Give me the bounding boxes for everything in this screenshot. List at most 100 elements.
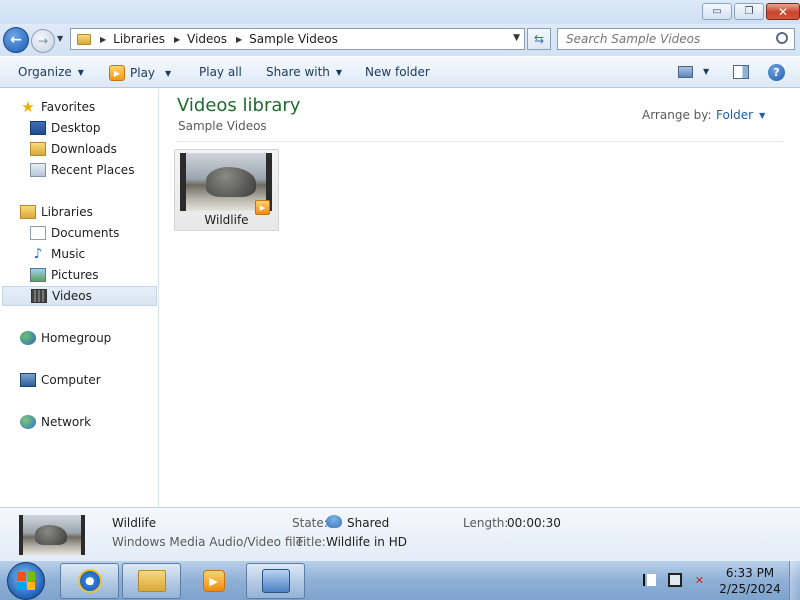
chevron-right-icon[interactable]: ▶ [236, 35, 242, 44]
play-all-button[interactable]: Play all [199, 65, 242, 79]
details-file-name: Wildlife [112, 516, 157, 530]
volume-muted-icon[interactable]: ✕ [692, 573, 707, 587]
state-value: Shared [347, 516, 390, 530]
show-desktop-button[interactable] [789, 561, 800, 600]
back-icon: ← [10, 32, 22, 48]
chevron-down-icon: ▼ [165, 68, 172, 78]
help-icon[interactable]: ? [768, 64, 785, 81]
nav-documents[interactable]: Documents [30, 223, 119, 243]
breadcrumb-sample-videos[interactable]: Sample Videos [249, 32, 338, 46]
arrange-by-label: Arrange by: [642, 108, 712, 122]
title-label: Title: [296, 535, 326, 549]
network-icon [20, 415, 36, 429]
arrange-by-dropdown[interactable]: Folder ▼ [716, 108, 765, 122]
nav-libraries[interactable]: Libraries [20, 202, 93, 222]
network-tray-icon[interactable] [668, 573, 682, 587]
nav-music[interactable]: ♪ Music [30, 244, 86, 264]
details-thumbnail [19, 515, 85, 555]
file-list-area[interactable]: Videos library Sample Videos Arrange by:… [160, 89, 800, 507]
nav-recent-places[interactable]: Recent Places [30, 160, 134, 180]
share-with-button[interactable]: Share with ▼ [266, 65, 342, 79]
clock-time[interactable]: 6:33 PM [716, 566, 784, 580]
search-box[interactable] [557, 28, 795, 50]
arrange-by-value: Folder [716, 108, 754, 122]
forward-button[interactable]: → [31, 29, 55, 53]
play-all-label: Play all [199, 65, 242, 79]
thumbnail-rock [35, 525, 67, 545]
music-icon: ♪ [33, 246, 43, 262]
minimize-icon: ▭ [712, 6, 722, 17]
desktop-icon [30, 121, 46, 135]
videos-icon [31, 289, 47, 303]
shared-icon [326, 515, 342, 528]
view-options-dropdown[interactable]: ▼ [703, 67, 709, 76]
file-name: Wildlife [204, 213, 249, 227]
start-button[interactable] [7, 562, 45, 600]
length-value: 00:00:30 [507, 516, 561, 530]
nav-label: Recent Places [51, 163, 135, 177]
address-dropdown[interactable]: ▼ [513, 33, 520, 43]
state-label: State: [292, 516, 328, 530]
title-value[interactable]: Wildlife in HD [326, 535, 407, 549]
clock-date[interactable]: 2/25/2024 [716, 582, 784, 596]
play-icon: ▶ [109, 65, 125, 81]
organize-button[interactable]: Organize ▼ [18, 65, 84, 79]
library-subtitle: Sample Videos [178, 119, 267, 133]
breadcrumb-libraries[interactable]: Libraries [113, 32, 165, 46]
details-pane: Wildlife Windows Media Audio/Video file … [0, 507, 800, 560]
recent-pages-dropdown[interactable]: ▼ [57, 34, 63, 43]
star-icon: ★ [21, 98, 35, 116]
command-bar: Organize ▼ ▶ Play ▼ Play all Share with ▼ N… [0, 56, 800, 88]
nav-favorites[interactable]: ★ Favorites [20, 97, 95, 117]
address-bar[interactable]: ▶ Libraries ▶ Videos ▶ Sample Videos ▼ [70, 28, 525, 50]
folder-icon [77, 33, 91, 45]
nav-label: Libraries [41, 205, 93, 219]
refresh-icon: ⇆ [533, 32, 545, 46]
chevron-right-icon[interactable]: ▶ [174, 35, 180, 44]
taskbar-remote-desktop[interactable] [246, 563, 305, 599]
libraries-icon [20, 205, 36, 219]
nav-network[interactable]: Network [20, 412, 91, 432]
breadcrumb-videos[interactable]: Videos [187, 32, 227, 46]
pictures-icon [30, 268, 46, 282]
taskbar-windows-explorer[interactable] [122, 563, 181, 599]
nav-downloads[interactable]: Downloads [30, 139, 117, 159]
nav-label: Computer [41, 373, 101, 387]
forward-icon: → [37, 34, 49, 48]
video-thumbnail: ▶ [180, 153, 272, 215]
chevron-right-icon[interactable]: ▶ [100, 35, 106, 44]
close-icon: ✕ [777, 4, 789, 19]
media-player-icon: ▶ [202, 570, 225, 592]
play-button[interactable]: ▶ Play ▼ [109, 65, 171, 81]
maximize-button[interactable]: ❐ [734, 3, 764, 20]
taskbar-media-player[interactable]: ▶ [184, 563, 243, 599]
refresh-button[interactable]: ⇆ [527, 28, 551, 50]
computer-icon [20, 373, 36, 387]
nav-label: Downloads [51, 142, 117, 156]
back-button[interactable]: ← [3, 27, 29, 53]
search-icon[interactable] [776, 32, 788, 44]
library-title: Videos library [177, 95, 301, 116]
taskbar-internet-explorer[interactable]: e [60, 563, 119, 599]
nav-pictures[interactable]: Pictures [30, 265, 99, 285]
nav-label: Pictures [51, 268, 99, 282]
search-input[interactable] [566, 32, 766, 46]
file-item-wildlife[interactable]: ▶ Wildlife [174, 149, 279, 231]
organize-label: Organize [18, 65, 72, 79]
nav-computer[interactable]: Computer [20, 370, 101, 390]
view-icon[interactable] [678, 66, 693, 78]
action-center-icon[interactable] [643, 574, 656, 586]
preview-pane-icon[interactable] [733, 65, 749, 79]
nav-videos[interactable]: Videos [2, 286, 157, 306]
close-button[interactable]: ✕ [766, 3, 800, 20]
nav-homegroup[interactable]: Homegroup [20, 328, 111, 348]
chevron-down-icon: ▼ [759, 110, 766, 120]
downloads-icon [30, 142, 46, 156]
nav-label: Videos [52, 289, 92, 303]
ie-icon: e [77, 569, 102, 593]
nav-desktop[interactable]: Desktop [30, 118, 101, 138]
new-folder-button[interactable]: New folder [365, 65, 430, 79]
taskbar: e ▶ ✕ 6:33 PM 2/25/2024 [0, 560, 800, 600]
explorer-icon [137, 570, 166, 592]
minimize-button[interactable]: ▭ [702, 3, 732, 20]
